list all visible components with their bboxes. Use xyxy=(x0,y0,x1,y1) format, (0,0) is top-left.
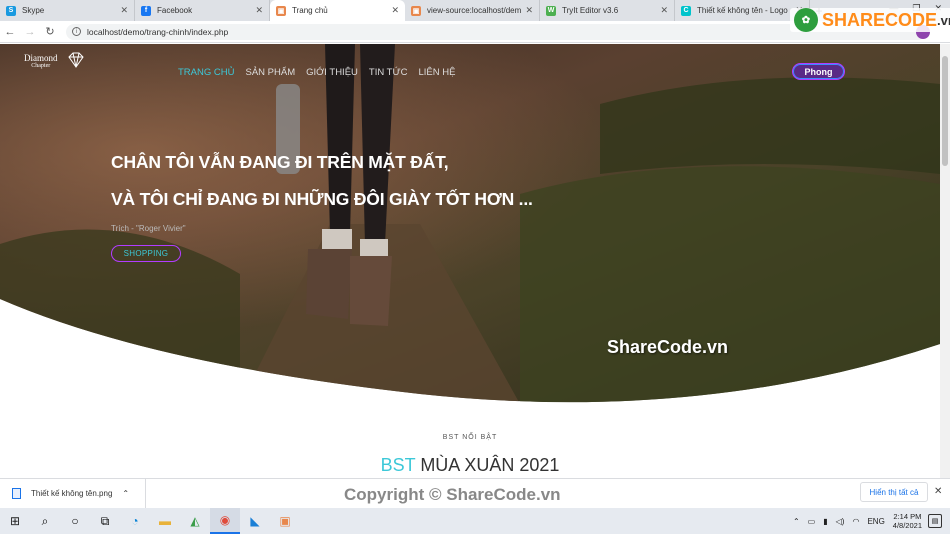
tab-label: Thiết kế không tên - Logo xyxy=(697,6,788,15)
canva-icon: C xyxy=(681,5,691,16)
nav-item-home[interactable]: TRANG CHỦ xyxy=(178,67,234,78)
page-scrollbar[interactable] xyxy=(940,44,950,478)
scrollbar-thumb[interactable] xyxy=(942,56,948,166)
tab-label: Skype xyxy=(22,6,45,15)
xampp-icon: ▣ xyxy=(411,5,421,16)
download-filename: Thiết kế không tên.png xyxy=(31,489,113,498)
chevron-up-icon[interactable]: ⌃ xyxy=(793,517,800,526)
close-icon[interactable]: ✕ xyxy=(660,5,668,16)
sharecode-icon: ✿ xyxy=(794,8,818,32)
network-icon[interactable]: ▭ xyxy=(808,517,816,526)
section-title: BST MÙA XUÂN 2021 xyxy=(0,455,940,476)
close-icon[interactable]: ✕ xyxy=(525,5,533,16)
vscode-icon[interactable]: ◣ xyxy=(240,508,270,534)
w3schools-icon: W xyxy=(546,5,556,16)
language-indicator[interactable]: ENG xyxy=(867,517,884,526)
file-explorer-icon[interactable]: ▬ xyxy=(150,508,180,534)
info-icon[interactable]: i xyxy=(72,27,81,36)
back-icon[interactable]: ← xyxy=(0,26,20,38)
windows-start-icon[interactable]: ⊞ xyxy=(0,508,30,534)
tab-label: TryIt Editor v3.6 xyxy=(562,6,619,15)
facebook-icon: f xyxy=(141,5,151,16)
site-logo[interactable]: Diamond Chapter xyxy=(24,52,84,70)
download-item[interactable]: Thiết kế không tên.png ⌃ xyxy=(0,478,146,509)
main-nav: TRANG CHỦ SẢN PHẨM GIỚI THIỆU TIN TỨC LI… xyxy=(178,67,455,78)
search-icon[interactable]: ⌕ xyxy=(30,508,60,534)
hero-headline-1: CHÂN TÔI VẪN ĐANG ĐI TRÊN MẶT ĐẤT, xyxy=(111,152,449,172)
tab-label: view-source:localhost/demo/ xyxy=(427,6,522,15)
url-text: localhost/demo/trang-chinh/index.php xyxy=(87,26,229,37)
tab-label: Trang chủ xyxy=(292,6,328,15)
clock[interactable]: 2:14 PM 4/8/2021 xyxy=(893,512,922,530)
copyright-watermark: Copyright © ShareCode.vn xyxy=(344,485,561,504)
watermark: ShareCode.vn xyxy=(607,337,729,357)
file-icon xyxy=(12,488,21,499)
hero-quote: Trích - "Roger Vivier" xyxy=(111,224,186,233)
xampp-icon[interactable]: ▣ xyxy=(270,508,300,534)
hero-headline-2: VÀ TÔI CHỈ ĐANG ĐI NHỮNG ĐÔI GIÀY TỐT HƠ… xyxy=(111,189,533,209)
task-view-icon[interactable]: ⧉ xyxy=(90,508,120,534)
wifi-icon[interactable]: ◠ xyxy=(852,517,859,526)
volume-icon[interactable]: ◁) xyxy=(836,517,845,526)
close-download-bar-icon[interactable]: ✕ xyxy=(934,486,942,497)
nav-item-products[interactable]: SẢN PHẨM xyxy=(245,67,295,78)
user-button[interactable]: Phong xyxy=(792,63,845,80)
close-icon[interactable]: ✕ xyxy=(255,5,263,16)
close-icon[interactable]: ✕ xyxy=(120,5,128,16)
tab-label: Facebook xyxy=(157,6,193,15)
sharecode-logo: ✿ SHARECODE.vn xyxy=(790,8,950,32)
notification-icon[interactable]: ▤ xyxy=(928,514,942,528)
tab-tryit[interactable]: W TryIt Editor v3.6 ✕ xyxy=(540,0,675,21)
section-title-rest: MÙA XUÂN 2021 xyxy=(415,455,560,475)
tab-skype[interactable]: S Skype ✕ xyxy=(0,0,135,21)
page-viewport: Diamond Chapter TRANG CHỦ SẢN PHẨM GIỚI … xyxy=(0,44,940,478)
cortana-icon[interactable]: ○ xyxy=(60,508,90,534)
edge-icon[interactable]: ◔ xyxy=(120,508,150,534)
reload-icon[interactable]: ↻ xyxy=(40,25,60,38)
tab-view-source[interactable]: ▣ view-source:localhost/demo/ ✕ xyxy=(405,0,540,21)
battery-icon[interactable]: ▮ xyxy=(823,517,827,526)
chrome-icon[interactable]: ◉ xyxy=(210,508,240,534)
section-kicker: BST NỔI BẬT xyxy=(442,434,498,441)
sharecode-tld: .vn xyxy=(937,12,950,28)
chevron-up-icon[interactable]: ⌃ xyxy=(122,489,129,498)
nav-item-contact[interactable]: LIÊN HỆ xyxy=(418,67,455,78)
clock-date: 4/8/2021 xyxy=(892,521,922,530)
hero-banner: Diamond Chapter TRANG CHỦ SẢN PHẨM GIỚI … xyxy=(0,44,940,404)
nav-item-news[interactable]: TIN TỨC xyxy=(369,67,408,78)
tab-facebook[interactable]: f Facebook ✕ xyxy=(135,0,270,21)
xampp-icon: ▣ xyxy=(276,5,286,16)
skype-icon: S xyxy=(6,5,16,16)
system-tray: ⌃ ▭ ▮ ◁) ◠ ENG 2:14 PM 4/8/2021 xyxy=(793,508,922,534)
clock-time: 2:14 PM xyxy=(893,512,922,521)
show-all-button[interactable]: Hiển thị tất cả xyxy=(860,482,928,502)
diamond-icon xyxy=(68,52,84,68)
app-icon[interactable]: ◭ xyxy=(180,508,210,534)
sharecode-brand: SHARECODE xyxy=(822,9,938,30)
close-icon[interactable]: ✕ xyxy=(391,5,399,16)
nav-item-about[interactable]: GIỚI THIỆU xyxy=(306,67,358,78)
tab-trang-chu[interactable]: ▣ Trang chủ ✕ xyxy=(270,0,405,21)
logo-subtext: Chapter xyxy=(31,63,51,69)
shopping-button[interactable]: SHOPPING xyxy=(111,245,181,262)
forward-icon[interactable]: → xyxy=(20,26,40,38)
section-title-accent: BST xyxy=(380,455,416,475)
